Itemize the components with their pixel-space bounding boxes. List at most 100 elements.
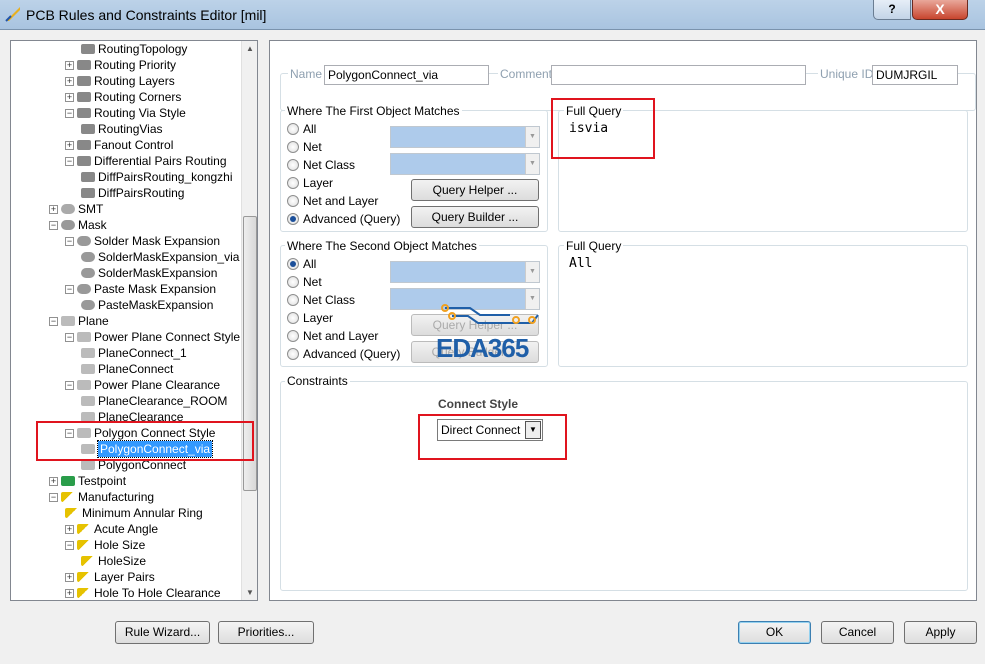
tree-item[interactable]: PlaneConnect (81, 361, 173, 377)
radio-icon[interactable] (287, 348, 299, 360)
tree-item-label: Differential Pairs Routing (94, 154, 227, 168)
tree-item[interactable]: PasteMaskExpansion (81, 297, 213, 313)
tree-item[interactable]: + Acute Angle (65, 521, 158, 537)
tree-item[interactable]: Minimum Annular Ring (65, 505, 203, 521)
radio-first-layer[interactable]: Layer (287, 176, 333, 190)
watermark-logo: EDA365 (436, 333, 529, 363)
radio-label: Net Class (303, 293, 356, 307)
radio-second-net-and-layer[interactable]: Net and Layer (287, 329, 378, 343)
radio-second-advanced-query[interactable]: Advanced (Query) (287, 347, 400, 361)
radio-icon[interactable] (287, 141, 299, 153)
radio-first-net-class[interactable]: Net Class (287, 158, 355, 172)
collapse-icon[interactable]: − (65, 284, 74, 294)
tree-item[interactable]: + Testpoint (49, 473, 126, 489)
radio-first-net[interactable]: Net (287, 140, 322, 154)
tree-item[interactable]: RoutingTopology (81, 41, 187, 57)
tree-item[interactable]: + Hole To Hole Clearance (65, 585, 221, 600)
apply-button[interactable]: Apply (904, 621, 977, 644)
tree-item[interactable]: DiffPairsRouting_kongzhi (81, 169, 233, 185)
radio-icon[interactable] (287, 330, 299, 342)
radio-icon[interactable] (287, 258, 299, 270)
tree-item-label: SMT (78, 202, 104, 216)
cancel-button[interactable]: Cancel (821, 621, 894, 644)
radio-second-all[interactable]: All (287, 257, 316, 271)
scroll-up-icon[interactable]: ▲ (246, 44, 254, 53)
expand-icon[interactable]: + (49, 476, 58, 486)
tree-item[interactable]: + SMT (49, 201, 103, 217)
help-button[interactable]: ? (873, 0, 911, 20)
tree-item[interactable]: − Manufacturing (49, 489, 154, 505)
radio-label: Layer (303, 311, 334, 325)
radio-icon[interactable] (287, 294, 299, 306)
first-netclass-combo[interactable]: ▼ (390, 153, 540, 175)
name-input[interactable]: PolygonConnect_via (324, 65, 489, 85)
scroll-down-icon[interactable]: ▼ (246, 588, 254, 597)
tree-item[interactable]: + Routing Layers (65, 73, 175, 89)
tree-item[interactable]: − Differential Pairs Routing (65, 153, 227, 169)
expand-icon[interactable]: + (65, 572, 74, 582)
tree-item[interactable]: SolderMaskExpansion (81, 265, 217, 281)
collapse-icon[interactable]: − (65, 540, 74, 550)
rule-wizard-button[interactable]: Rule Wizard... (115, 621, 210, 644)
radio-second-net-class[interactable]: Net Class (287, 293, 355, 307)
expand-icon[interactable]: + (65, 76, 74, 86)
radio-first-advanced-query[interactable]: Advanced (Query) (287, 212, 400, 226)
tree-item[interactable]: + Layer Pairs (65, 569, 155, 585)
tree-item[interactable]: − Routing Via Style (65, 105, 186, 121)
tree-item[interactable]: − Power Plane Connect Style (65, 329, 240, 345)
tree-item[interactable]: + Fanout Control (65, 137, 173, 153)
collapse-icon[interactable]: − (49, 492, 58, 502)
tree-item[interactable]: − Mask (49, 217, 107, 233)
expand-icon[interactable]: + (65, 524, 74, 534)
collapse-icon[interactable]: − (49, 220, 58, 230)
collapse-icon[interactable]: − (65, 156, 74, 166)
radio-icon[interactable] (287, 123, 299, 135)
expand-icon[interactable]: + (65, 92, 74, 102)
close-button[interactable]: X (912, 0, 968, 20)
radio-icon[interactable] (287, 213, 299, 225)
expand-icon[interactable]: + (49, 204, 58, 214)
radio-icon[interactable] (287, 312, 299, 324)
tree-item[interactable]: + Routing Priority (65, 57, 176, 73)
first-net-combo[interactable]: ▼ (390, 126, 540, 148)
collapse-icon[interactable]: − (65, 108, 74, 118)
tree-item[interactable]: − Power Plane Clearance (65, 377, 220, 393)
first-query-builder-button[interactable]: Query Builder ... (411, 206, 539, 228)
radio-second-net[interactable]: Net (287, 275, 322, 289)
ok-button[interactable]: OK (738, 621, 811, 644)
expand-icon[interactable]: + (65, 60, 74, 70)
radio-icon[interactable] (287, 177, 299, 189)
radio-second-layer[interactable]: Layer (287, 311, 333, 325)
tree-item[interactable]: PlaneConnect_1 (81, 345, 187, 361)
tree-item[interactable]: − Solder Mask Expansion (65, 233, 220, 249)
tree-item[interactable]: RoutingVias (81, 121, 163, 137)
tree-item[interactable]: DiffPairsRouting (81, 185, 184, 201)
priorities-button[interactable]: Priorities... (218, 621, 314, 644)
radio-icon[interactable] (287, 276, 299, 288)
first-query-helper-button[interactable]: Query Helper ... (411, 179, 539, 201)
radio-first-net-and-layer[interactable]: Net and Layer (287, 194, 378, 208)
mfg-rule-icon (61, 492, 75, 502)
tree-item[interactable]: SolderMaskExpansion_via (81, 249, 239, 265)
tree-item[interactable]: + Routing Corners (65, 89, 181, 105)
expand-icon[interactable]: + (65, 588, 74, 598)
collapse-icon[interactable]: − (65, 236, 74, 246)
tree-item[interactable]: − Paste Mask Expansion (65, 281, 216, 297)
radio-icon[interactable] (287, 195, 299, 207)
expand-icon[interactable]: + (65, 140, 74, 150)
radio-first-all[interactable]: All (287, 122, 316, 136)
collapse-icon[interactable]: − (49, 316, 58, 326)
rules-tree[interactable]: RoutingTopology + Routing Priority + Routing… (10, 40, 258, 601)
comment-input[interactable] (551, 65, 806, 85)
tree-item[interactable]: HoleSize (81, 553, 146, 569)
collapse-icon[interactable]: − (65, 380, 74, 390)
tree-item[interactable]: − Hole Size (65, 537, 145, 553)
tree-scrollbar[interactable]: ▲ ▼ (241, 41, 257, 600)
collapse-icon[interactable]: − (65, 332, 74, 342)
second-full-query-text[interactable]: All (569, 256, 592, 271)
second-net-combo[interactable]: ▼ (390, 261, 540, 283)
radio-icon[interactable] (287, 159, 299, 171)
tree-item[interactable]: − Plane (49, 313, 109, 329)
tree-item[interactable]: PlaneClearance_ROOM (81, 393, 227, 409)
unique-id-input[interactable]: DUMJRGIL (872, 65, 958, 85)
